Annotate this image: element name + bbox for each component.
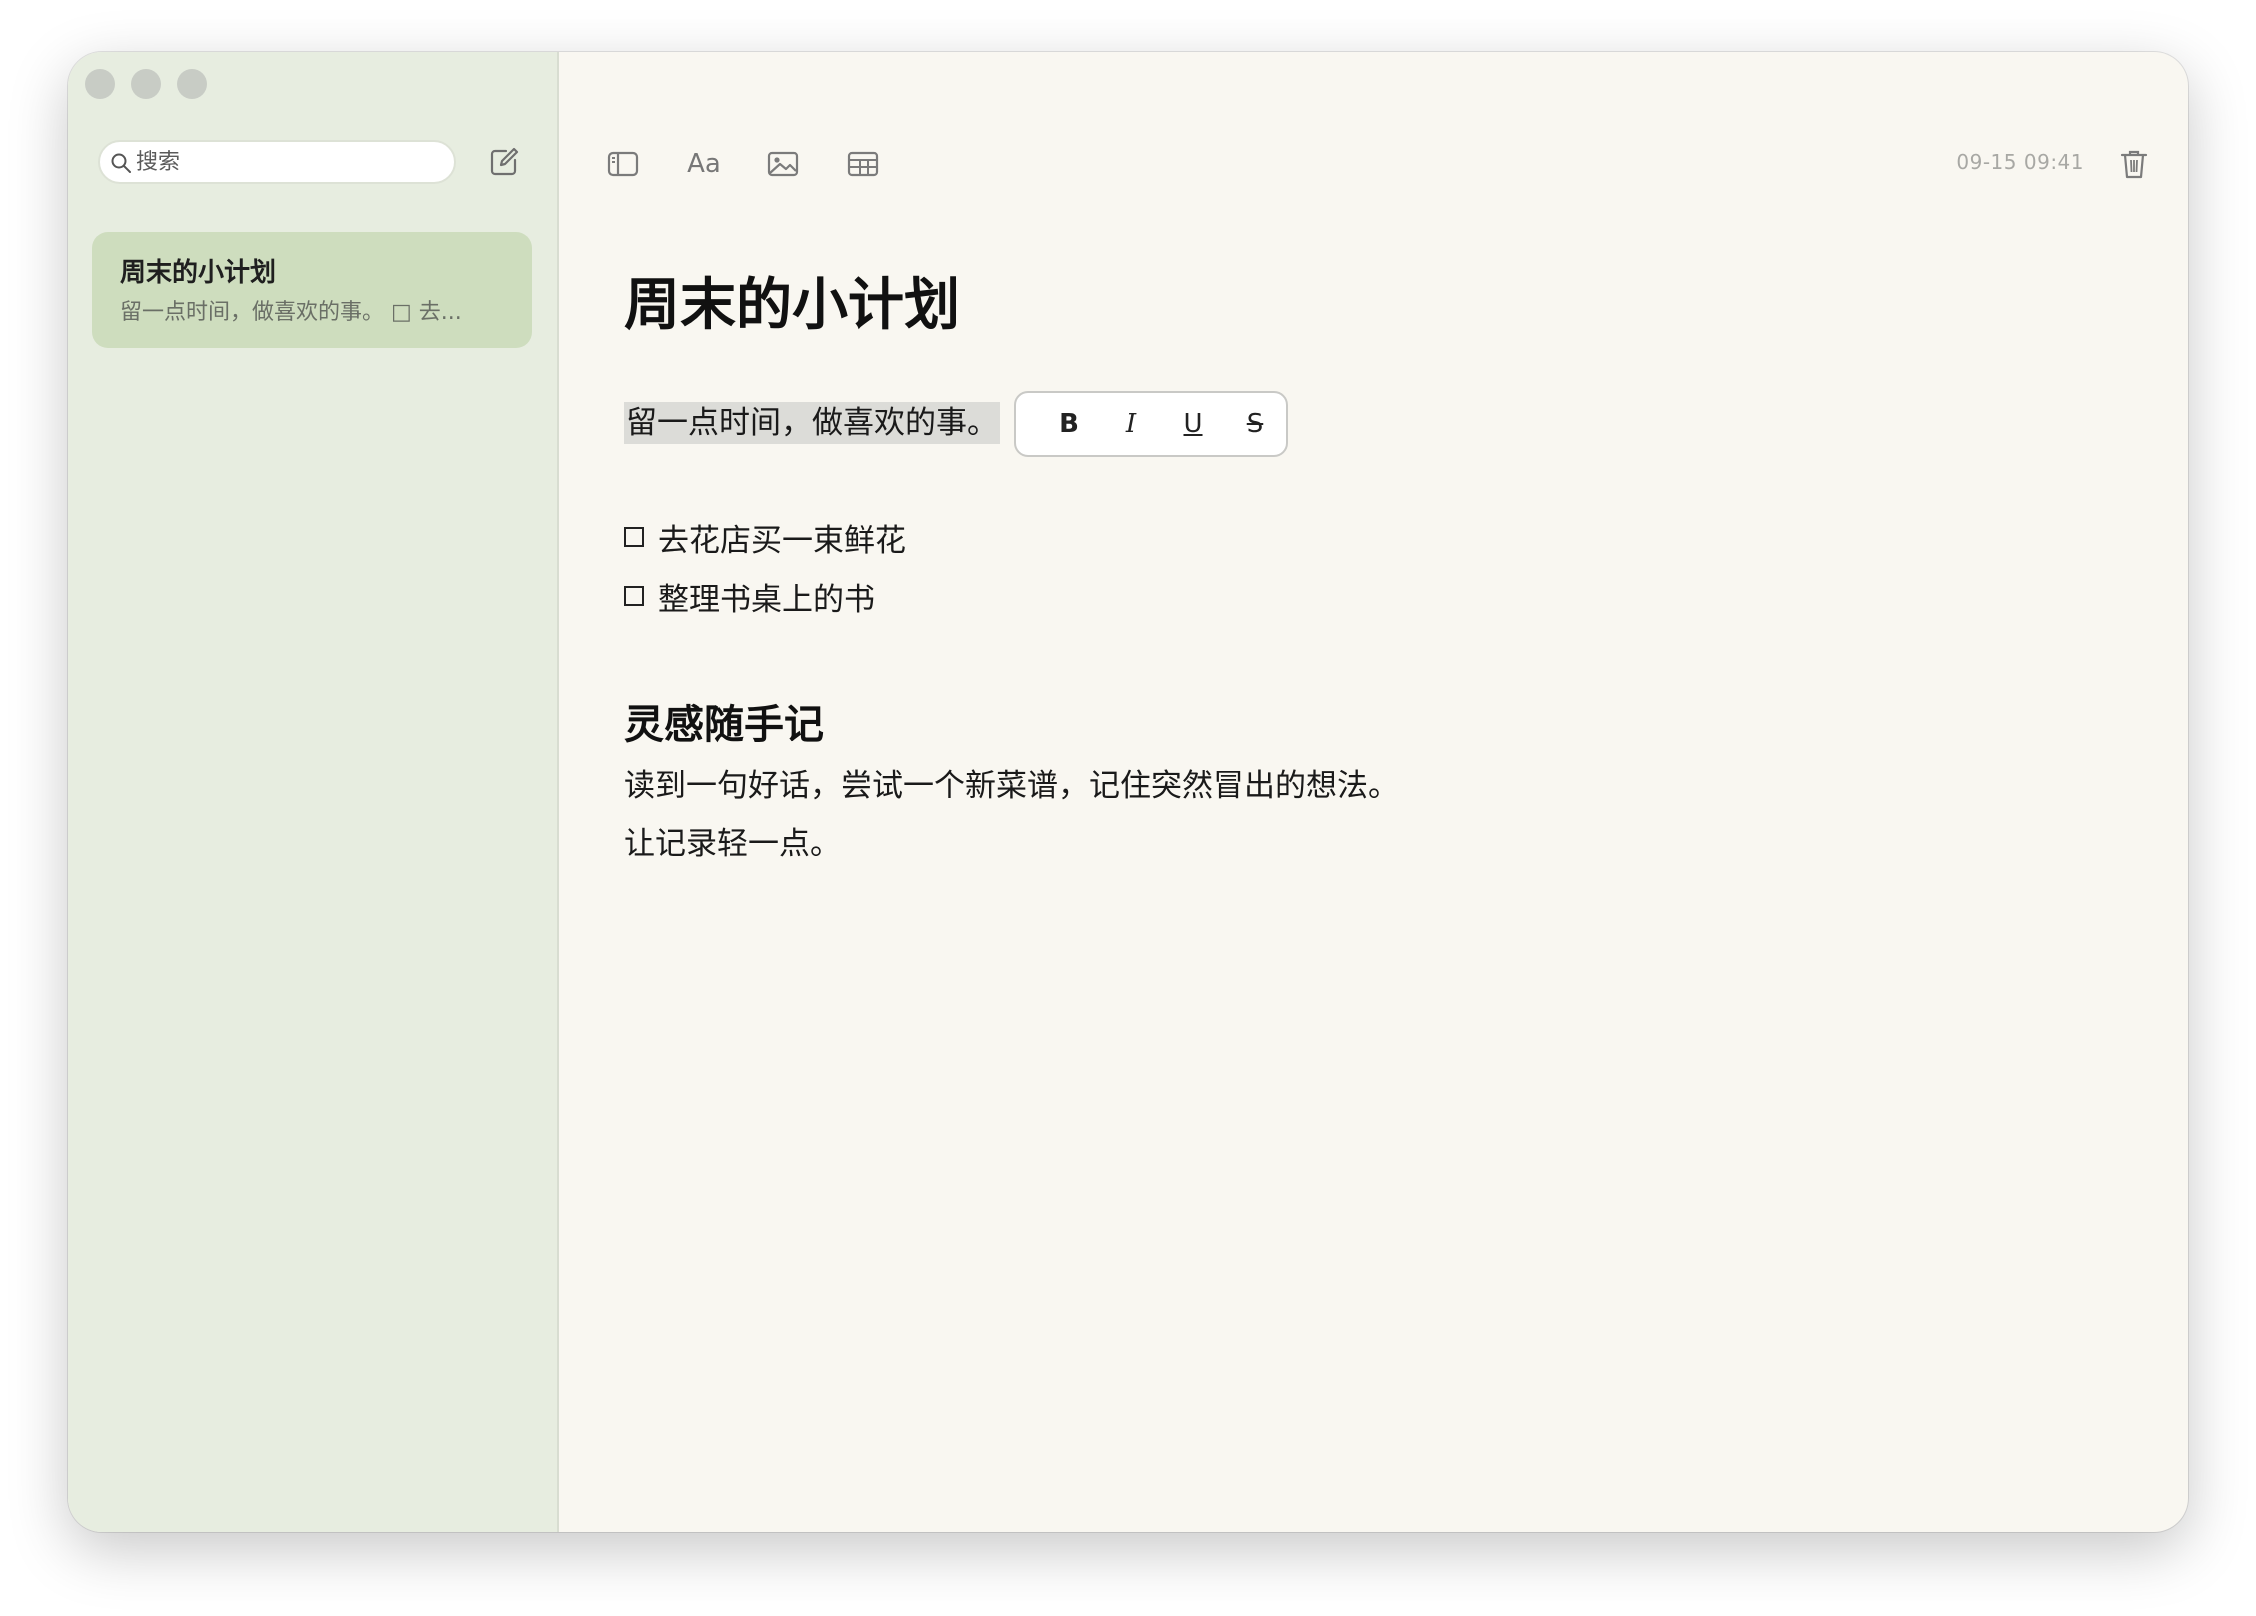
body-paragraph[interactable]: 让记录轻一点。: [624, 818, 841, 863]
note-title[interactable]: 周末的小计划: [624, 260, 960, 341]
todo-checkbox[interactable]: [624, 527, 644, 547]
new-note-button[interactable]: [486, 144, 522, 180]
body-paragraph[interactable]: 读到一句好话，尝试一个新菜谱，记住突然冒出的想法。: [624, 760, 1399, 805]
todo-text[interactable]: 去花店买一束鲜花: [658, 515, 906, 560]
selected-text[interactable]: 留一点时间，做喜欢的事。: [624, 402, 1000, 444]
todo-item: 整理书桌上的书: [624, 574, 875, 619]
insert-image-button[interactable]: [763, 144, 803, 184]
insert-table-button[interactable]: [843, 144, 883, 184]
bold-button[interactable]: B: [1038, 409, 1100, 439]
format-button[interactable]: Aa: [682, 144, 726, 184]
sidebar-toggle-icon: [607, 151, 639, 177]
search-input[interactable]: [136, 142, 436, 182]
window-minimize-button[interactable]: [131, 69, 161, 99]
todo-text[interactable]: 整理书桌上的书: [658, 574, 875, 619]
note-item-preview: 留一点时间，做喜欢的事。 □ 去...: [120, 300, 462, 325]
note-item-title: 周末的小计划: [120, 258, 277, 288]
window-close-button[interactable]: [85, 69, 115, 99]
delete-note-button[interactable]: [2114, 144, 2154, 184]
note-list-item[interactable]: 周末的小计划 留一点时间，做喜欢的事。 □ 去...: [92, 232, 532, 348]
notes-window: 周末的小计划 留一点时间，做喜欢的事。 □ 去... Aa 09-15 09:4…: [68, 52, 2188, 1532]
todo-checkbox[interactable]: [624, 586, 644, 606]
underline-button[interactable]: U: [1162, 409, 1224, 439]
todo-item: 去花店买一束鲜花: [624, 515, 906, 560]
section-heading[interactable]: 灵感随手记: [624, 692, 824, 750]
trash-icon: [2120, 150, 2148, 179]
search-icon: [110, 152, 132, 174]
strikethrough-button[interactable]: S: [1224, 409, 1286, 439]
table-icon: [847, 151, 879, 177]
sidebar: 周末的小计划 留一点时间，做喜欢的事。 □ 去...: [68, 52, 559, 1532]
sidebar-toggle-button[interactable]: [603, 144, 643, 184]
compose-icon: [490, 147, 519, 176]
image-icon: [767, 151, 799, 177]
note-timestamp: 09-15 09:41: [1956, 150, 2084, 174]
italic-button[interactable]: I: [1100, 409, 1162, 439]
format-popup: B I U S: [1014, 391, 1288, 457]
window-zoom-button[interactable]: [177, 69, 207, 99]
search-box[interactable]: [98, 140, 456, 184]
